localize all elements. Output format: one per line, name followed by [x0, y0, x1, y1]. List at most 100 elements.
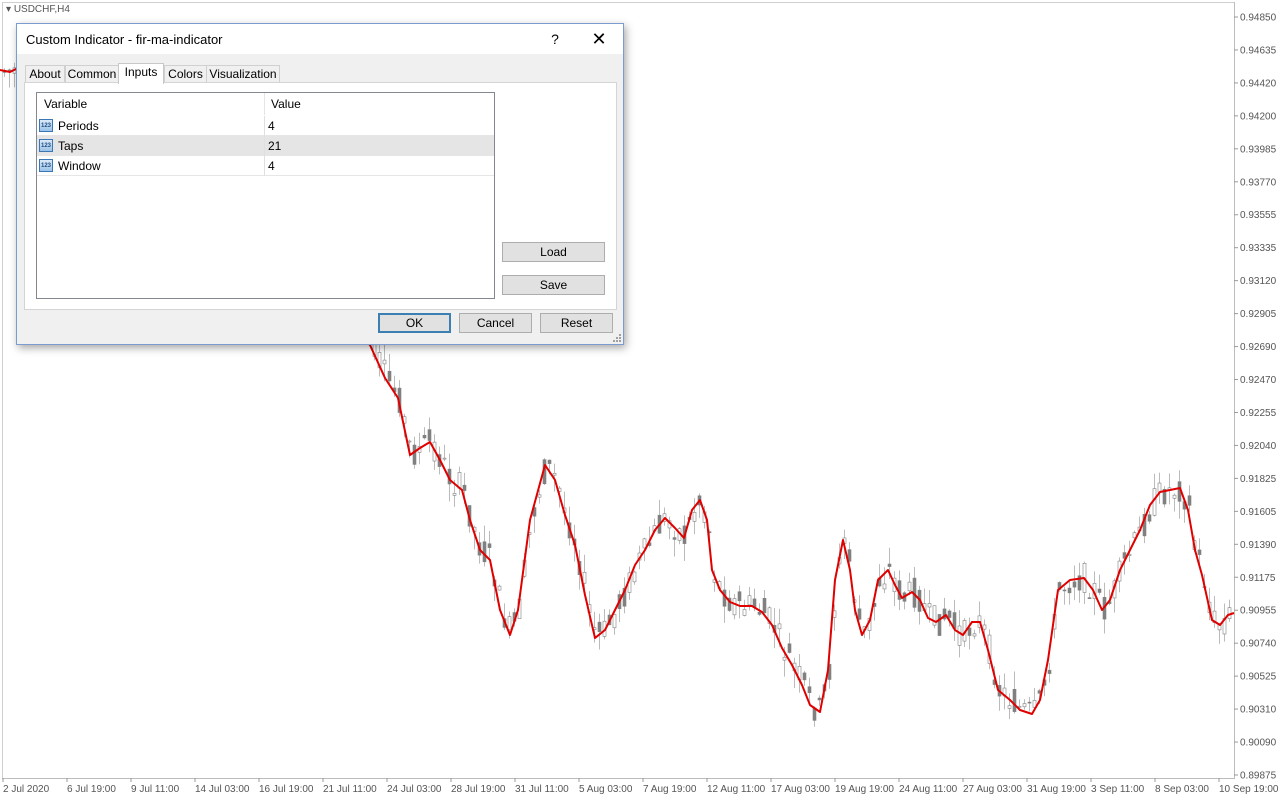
candle-body — [672, 537, 677, 540]
dialog-title: Custom Indicator - fir-ma-indicator — [26, 32, 223, 47]
custom-indicator-dialog: Custom Indicator - fir-ma-indicator ? ✕ … — [16, 23, 624, 345]
123-icon: 123 — [39, 119, 53, 132]
candle-body — [737, 591, 742, 602]
dialog-titlebar[interactable]: Custom Indicator - fir-ma-indicator ? ✕ — [17, 24, 623, 54]
candle-body — [1067, 587, 1072, 594]
param-value[interactable]: 4 — [268, 119, 275, 133]
column-header-value[interactable]: Value — [264, 93, 494, 115]
candle-body — [507, 616, 512, 631]
price-tick-label: 0.89875 — [1240, 771, 1277, 782]
candle-body — [552, 473, 557, 476]
time-tick-label: 27 Aug 03:00 — [963, 784, 1022, 795]
candle-body — [782, 656, 787, 661]
candle-body — [632, 571, 637, 583]
candle-body — [742, 609, 747, 616]
symbol-label: ▾ USDCHF,H4 — [6, 4, 70, 15]
column-header-variable[interactable]: Variable — [37, 93, 264, 115]
time-tick-label: 21 Jul 11:00 — [323, 784, 377, 795]
123-icon: 123 — [39, 159, 53, 172]
candle-body — [882, 583, 887, 590]
candle-body — [747, 595, 752, 606]
candle-body — [497, 585, 502, 591]
candle-body — [597, 621, 602, 632]
candle-body — [972, 633, 977, 637]
candle-body — [1047, 669, 1052, 674]
candle-body — [407, 440, 412, 443]
time-tick-label: 16 Jul 19:00 — [259, 784, 314, 795]
candle-body — [762, 598, 767, 614]
candle-body — [802, 672, 807, 681]
candle-body — [1172, 494, 1177, 499]
candle-body — [452, 493, 457, 496]
tab-visualization[interactable]: Visualization — [206, 65, 280, 83]
candle-body — [1022, 703, 1027, 708]
candle-body — [777, 623, 782, 630]
candle-body — [692, 512, 697, 522]
time-tick-label: 19 Aug 19:00 — [835, 784, 894, 795]
cell-divider — [264, 156, 265, 176]
param-value[interactable]: 4 — [268, 159, 275, 173]
candle-body — [412, 444, 417, 465]
time-tick-label: 2 Jul 2020 — [3, 784, 50, 795]
candle-body — [857, 608, 862, 620]
price-tick-label: 0.92255 — [1240, 408, 1277, 419]
tab-colors[interactable]: Colors — [164, 65, 207, 83]
price-tick-label: 0.93985 — [1240, 144, 1277, 155]
candle-body — [387, 370, 392, 382]
candle-body — [807, 686, 812, 694]
time-tick-label: 31 Jul 11:00 — [515, 784, 569, 795]
candle-body — [787, 643, 792, 653]
price-tick-label: 0.90090 — [1240, 738, 1277, 749]
price-tick-label: 0.91390 — [1240, 540, 1277, 551]
price-tick-label: 0.91825 — [1240, 474, 1277, 485]
price-tick-label: 0.90310 — [1240, 705, 1277, 716]
inputs-grid[interactable]: Variable Value 123 Periods 4 123 Taps 21… — [36, 92, 495, 299]
ok-button[interactable]: OK — [378, 313, 451, 333]
price-tick-label: 0.90955 — [1240, 606, 1277, 617]
tab-inputs[interactable]: Inputs — [118, 63, 164, 84]
save-button[interactable]: Save — [502, 275, 605, 295]
reset-button[interactable]: Reset — [540, 313, 613, 333]
candle-body — [967, 627, 972, 636]
cancel-button[interactable]: Cancel — [459, 313, 532, 333]
candle-body — [642, 538, 647, 549]
table-row[interactable]: 123 Periods 4 — [37, 116, 494, 136]
candle-body — [547, 459, 552, 464]
time-tick-label: 14 Jul 03:00 — [195, 784, 250, 795]
123-icon: 123 — [39, 139, 53, 152]
price-tick-label: 0.94420 — [1240, 78, 1277, 89]
time-tick-label: 31 Aug 19:00 — [1027, 784, 1086, 795]
price-tick-label: 0.93770 — [1240, 177, 1277, 188]
time-tick-label: 10 Sep 19:00 — [1219, 784, 1279, 795]
price-tick-label: 0.92470 — [1240, 375, 1277, 386]
candle-body — [482, 541, 487, 563]
candle-body — [887, 563, 892, 567]
candle-body — [1072, 581, 1077, 588]
time-tick-label: 24 Aug 11:00 — [899, 784, 958, 795]
tab-common[interactable]: Common — [65, 65, 119, 83]
table-row[interactable]: 123 Taps 21 — [37, 136, 494, 156]
candle-body — [1027, 701, 1032, 704]
candle-body — [1157, 482, 1162, 493]
param-name: Window — [58, 159, 101, 173]
param-value[interactable]: 21 — [268, 139, 281, 153]
time-tick-label: 28 Jul 19:00 — [451, 784, 506, 795]
candle-body — [1197, 549, 1202, 555]
table-row[interactable]: 123 Window 4 — [37, 156, 494, 176]
close-button[interactable]: ✕ — [587, 28, 611, 50]
price-tick-label: 0.93335 — [1240, 243, 1277, 254]
load-button[interactable]: Load — [502, 242, 605, 262]
candle-body — [947, 610, 952, 618]
candle-body — [427, 429, 432, 441]
resize-grip-icon[interactable] — [611, 332, 621, 342]
price-tick-label: 0.92040 — [1240, 441, 1277, 452]
candle-body — [1147, 514, 1152, 522]
dropdown-arrow-icon[interactable]: ▾ — [6, 4, 11, 15]
tab-about[interactable]: About — [25, 65, 65, 83]
candle-body — [1007, 705, 1012, 709]
candle-body — [1062, 589, 1067, 592]
help-button[interactable]: ? — [544, 28, 566, 50]
candle-body — [957, 625, 962, 646]
candle-body — [732, 598, 737, 616]
time-tick-label: 8 Sep 03:00 — [1155, 784, 1209, 795]
